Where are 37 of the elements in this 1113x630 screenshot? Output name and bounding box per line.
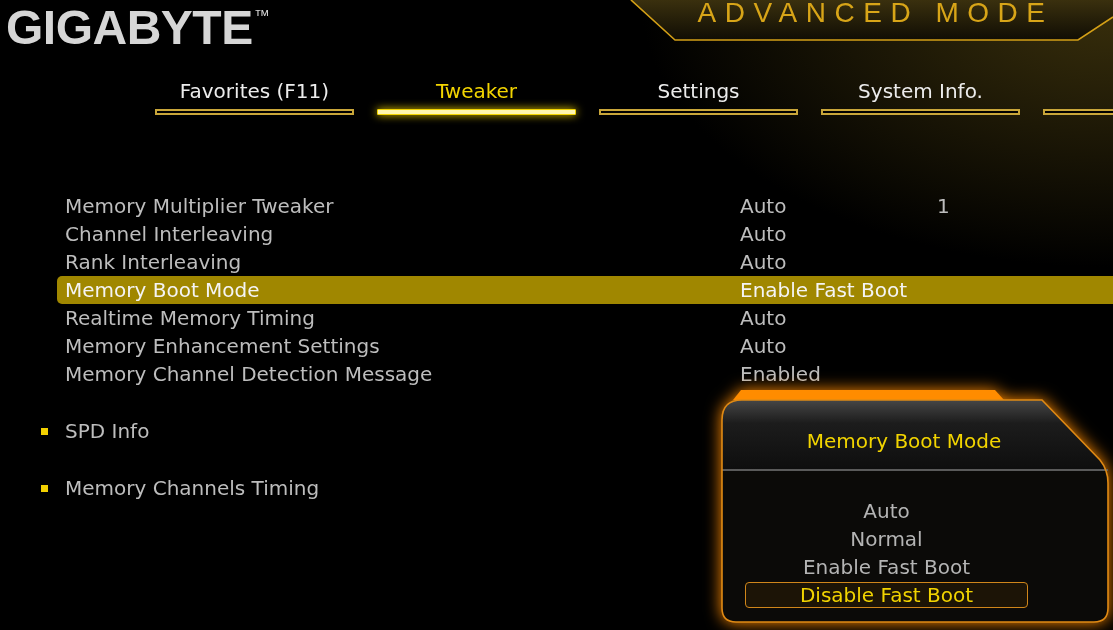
setting-value: Auto bbox=[740, 334, 788, 358]
mode-title: ADVANCED MODE bbox=[696, 0, 1054, 27]
setting-label: Memory Channel Detection Message bbox=[65, 362, 434, 386]
setting-label: Memory Boot Mode bbox=[65, 278, 261, 302]
submenu-item[interactable]: SPD Info bbox=[41, 417, 150, 445]
setting-label: Memory Enhancement Settings bbox=[65, 334, 381, 358]
option-item[interactable]: Enable Fast Boot bbox=[745, 554, 1028, 580]
tab[interactable]: System Info. bbox=[821, 79, 1020, 115]
setting-label: Channel Interleaving bbox=[65, 222, 275, 246]
setting-row[interactable]: Rank Interleaving Auto bbox=[57, 248, 1113, 276]
setting-value: Auto bbox=[740, 250, 788, 274]
setting-row[interactable]: Realtime Memory Timing Auto bbox=[57, 304, 1113, 332]
setting-row[interactable]: Memory Multiplier Tweaker Auto 1 bbox=[57, 192, 1113, 220]
popup-title: Memory Boot Mode bbox=[806, 428, 1002, 455]
setting-extra-value: 1 bbox=[937, 194, 950, 218]
option-item[interactable]: Normal bbox=[745, 526, 1028, 552]
setting-value: Auto bbox=[740, 306, 788, 330]
option-item[interactable]: Auto bbox=[745, 498, 1028, 524]
setting-value: Enable Fast Boot bbox=[740, 278, 909, 302]
option-item[interactable]: Disable Fast Boot bbox=[745, 582, 1028, 608]
setting-row[interactable]: Memory Channel Detection Message Enabled bbox=[57, 360, 1113, 388]
square-bullet-icon bbox=[41, 484, 48, 492]
tab[interactable]: Favorites (F11) bbox=[155, 79, 354, 115]
setting-label: Rank Interleaving bbox=[65, 250, 243, 274]
setting-row[interactable]: Memory Enhancement Settings Auto bbox=[57, 332, 1113, 360]
setting-row[interactable]: Channel Interleaving Auto bbox=[57, 220, 1113, 248]
tab[interactable]: Tweaker bbox=[377, 79, 576, 115]
setting-label: Realtime Memory Timing bbox=[65, 306, 316, 330]
setting-value: Auto bbox=[740, 194, 788, 218]
submenu-item[interactable]: Memory Channels Timing bbox=[41, 474, 320, 502]
setting-value: Auto bbox=[740, 222, 788, 246]
square-bullet-icon bbox=[41, 427, 48, 435]
trademark-sign: ™ bbox=[253, 8, 270, 24]
setting-value: Enabled bbox=[740, 362, 822, 386]
brand-logo: GIGABYTE bbox=[6, 4, 253, 52]
setting-label: Memory Multiplier Tweaker bbox=[65, 194, 335, 218]
tab[interactable]: Settings bbox=[599, 79, 798, 115]
